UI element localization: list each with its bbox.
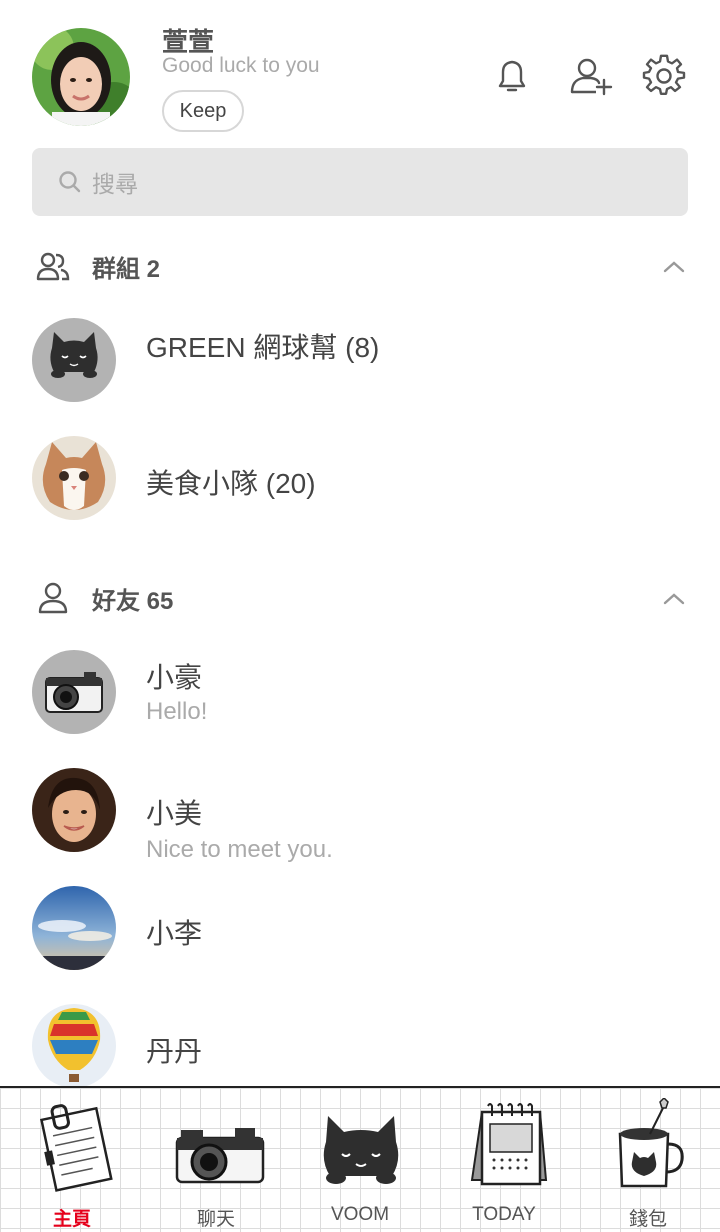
black-cat-icon (323, 1116, 399, 1184)
chevron-up-icon[interactable] (662, 586, 686, 610)
person-icon (38, 582, 68, 614)
profile-avatar[interactable] (32, 28, 130, 126)
group-row[interactable]: 美食小隊 (20) (32, 436, 688, 536)
friend-name: 丹丹 (146, 1036, 203, 1067)
camera-icon (175, 1128, 265, 1184)
tab-voom-label: VOOM (330, 1204, 390, 1225)
groups-section-title: 群組 2 (92, 255, 161, 283)
notebook-icon (39, 1104, 113, 1192)
search-icon (59, 171, 81, 193)
group-name: GREEN 網球幫 (8) (146, 332, 380, 363)
friend-status-message: Nice to meet you. (146, 836, 333, 863)
group-avatar-kitten (32, 436, 116, 520)
friend-row[interactable]: 小李 (32, 886, 688, 986)
friend-name: 小豪 (146, 662, 203, 693)
add-friend-icon[interactable] (568, 54, 613, 98)
keep-button[interactable]: Keep (162, 90, 244, 132)
friend-avatar-balloon (32, 1004, 116, 1088)
tab-home-label: 主頁 (52, 1209, 91, 1230)
gear-icon[interactable] (642, 54, 686, 98)
profile-status-message[interactable]: Good luck to you (162, 54, 320, 78)
bell-icon[interactable] (490, 54, 534, 98)
tab-today[interactable]: TODAY (432, 1088, 576, 1232)
group-row[interactable]: GREEN 網球幫 (8) (32, 318, 688, 418)
tab-voom[interactable]: VOOM (288, 1088, 432, 1232)
group-icon (36, 252, 70, 281)
tab-chat-label: 聊天 (196, 1209, 235, 1230)
friend-avatar-camera (32, 650, 116, 734)
coffee-mug-icon (618, 1098, 684, 1188)
tab-wallet[interactable]: 錢包 (576, 1088, 720, 1232)
bottom-tab-bar: 主頁 聊天 VOOM TODAY 錢包 (0, 1086, 720, 1232)
friends-section-title: 好友 65 (92, 587, 174, 615)
chevron-up-icon[interactable] (662, 254, 686, 278)
friend-status-message: Hello! (146, 698, 208, 725)
friend-name: 小美 (146, 798, 203, 829)
tab-home[interactable]: 主頁 (0, 1088, 144, 1232)
friend-row[interactable]: 小美 Nice to meet you. (32, 768, 688, 868)
calendar-icon (470, 1103, 548, 1186)
tab-chat[interactable]: 聊天 (144, 1088, 288, 1232)
search-placeholder: 搜尋 (92, 171, 138, 197)
groups-section-header[interactable]: 群組 2 (36, 246, 686, 286)
tab-today-label: TODAY (472, 1204, 536, 1225)
friends-section-header[interactable]: 好友 65 (36, 578, 686, 618)
friend-avatar-woman (32, 768, 116, 852)
tab-wallet-label: 錢包 (628, 1209, 667, 1230)
friend-row[interactable]: 小豪 Hello! (32, 650, 688, 750)
group-avatar-black-cat (32, 318, 116, 402)
friend-avatar-sky (32, 886, 116, 970)
friend-name: 小李 (146, 918, 203, 949)
search-input[interactable]: 搜尋 (32, 148, 688, 216)
group-name: 美食小隊 (20) (146, 468, 316, 499)
